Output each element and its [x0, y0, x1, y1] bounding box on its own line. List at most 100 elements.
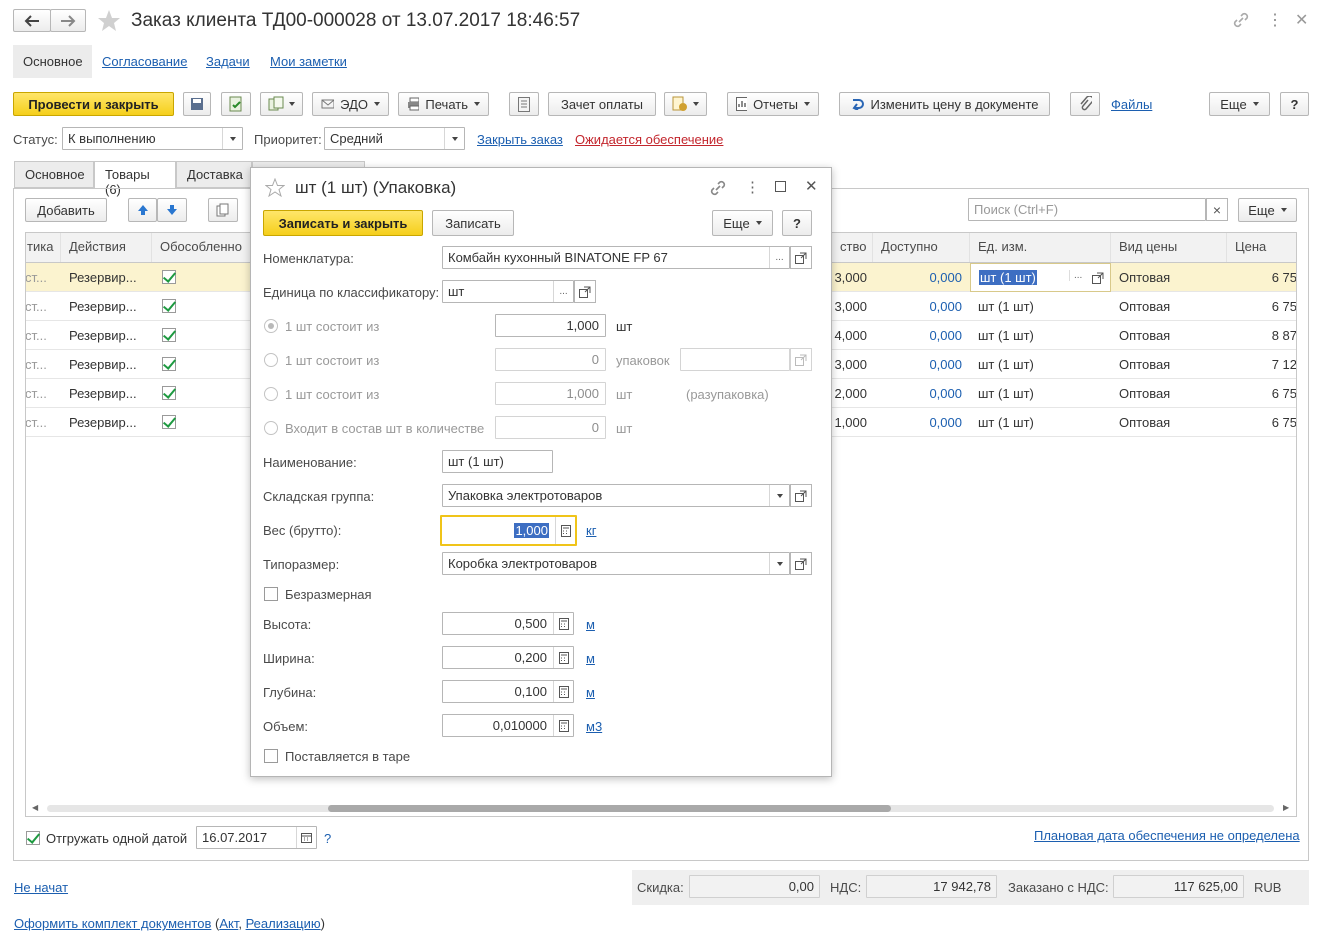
copy-button[interactable]: [208, 198, 238, 222]
close-order-link[interactable]: Закрыть заказ: [477, 132, 563, 147]
save-dialog-button[interactable]: Записать: [432, 210, 514, 236]
tab-goods[interactable]: Товары (6): [94, 161, 176, 197]
move-down-button[interactable]: [157, 198, 187, 222]
nav-item-main[interactable]: Основное: [23, 54, 83, 69]
weight-unit-link[interactable]: кг: [586, 523, 596, 538]
close-icon[interactable]: ✕: [805, 177, 818, 195]
classifier-field[interactable]: шт ...: [442, 280, 574, 303]
search-input[interactable]: Поиск (Ctrl+F): [968, 198, 1206, 221]
status-select[interactable]: К выполнению: [62, 127, 243, 150]
nav-item-notes[interactable]: Мои заметки: [270, 54, 347, 69]
option2-package-field[interactable]: [680, 348, 790, 371]
separate-checkbox[interactable]: [162, 386, 176, 400]
dialog-more-button[interactable]: Еще: [712, 210, 773, 236]
option-consists-packages-radio[interactable]: [264, 353, 278, 367]
separate-checkbox[interactable]: [162, 328, 176, 342]
open-icon[interactable]: [1092, 272, 1104, 284]
ship-date-help-link[interactable]: ?: [324, 831, 331, 846]
calculator-icon[interactable]: [553, 715, 573, 736]
depth-unit-link[interactable]: м: [586, 685, 595, 700]
save-close-button[interactable]: Записать и закрыть: [263, 210, 423, 236]
dialog-help-button[interactable]: ?: [782, 210, 812, 236]
docs-act-link[interactable]: Акт: [219, 916, 238, 931]
files-link[interactable]: Файлы: [1111, 97, 1152, 112]
option-consists-units-radio[interactable]: [264, 319, 278, 333]
save-button[interactable]: [183, 92, 211, 116]
weight-input[interactable]: 1,000: [440, 515, 577, 546]
separate-checkbox[interactable]: [162, 357, 176, 371]
not-started-link[interactable]: Не начат: [14, 880, 68, 895]
edo-button[interactable]: ЭДО: [312, 92, 389, 116]
warehouse-group-select[interactable]: Упаковка электротоваров: [442, 484, 790, 507]
star-icon[interactable]: [265, 178, 285, 197]
priority-select[interactable]: Средний: [324, 127, 465, 150]
col-header-price[interactable]: Цена: [1227, 233, 1297, 262]
horizontal-scrollbar-thumb[interactable]: [328, 805, 891, 812]
print-button[interactable]: Печать: [398, 92, 489, 116]
col-header-quantity[interactable]: ство: [832, 233, 873, 262]
calculator-icon[interactable]: [553, 613, 573, 634]
ellipsis-icon[interactable]: ...: [553, 281, 573, 302]
height-unit-link[interactable]: м: [586, 617, 595, 632]
nav-item-approval[interactable]: Согласование: [102, 54, 187, 69]
tab-main[interactable]: Основное: [14, 161, 94, 188]
add-button[interactable]: Добавить: [25, 198, 107, 222]
ellipsis-icon[interactable]: ...: [1069, 270, 1082, 281]
scroll-left-icon[interactable]: ◀: [32, 803, 38, 812]
journal-button[interactable]: [509, 92, 539, 116]
separate-checkbox[interactable]: [162, 415, 176, 429]
option2-value[interactable]: 0: [495, 348, 606, 371]
create-based-on-button[interactable]: [260, 92, 303, 116]
reports-button[interactable]: Отчеты: [727, 92, 819, 116]
search-clear-button[interactable]: ×: [1206, 198, 1228, 221]
forward-button[interactable]: [50, 9, 86, 32]
change-price-button[interactable]: Изменить цену в документе: [839, 92, 1050, 116]
nomenclature-field[interactable]: Комбайн кухонный BINATONE FP 67 ...: [442, 246, 790, 269]
attach-button[interactable]: [1070, 92, 1100, 116]
more-vert-icon[interactable]: ⋮: [745, 178, 760, 196]
payment-offset-button[interactable]: Зачет оплаты: [548, 92, 656, 116]
calculator-icon[interactable]: [555, 517, 575, 544]
unit-editor[interactable]: шт (1 шт) ...: [970, 263, 1111, 292]
awaiting-link[interactable]: Ожидается обеспечение: [575, 132, 723, 147]
col-header-price-type[interactable]: Вид цены: [1111, 233, 1227, 262]
link-icon[interactable]: [710, 180, 726, 196]
link-icon[interactable]: [1233, 12, 1249, 28]
width-unit-link[interactable]: м: [586, 651, 595, 666]
ship-one-date-checkbox[interactable]: [26, 831, 40, 845]
option1-value[interactable]: 1,000: [495, 314, 606, 337]
table-more-button[interactable]: Еще: [1238, 198, 1297, 222]
col-header-available[interactable]: Доступно: [873, 233, 970, 262]
col-header-separate[interactable]: Обособленно: [152, 233, 252, 262]
related-docs-button[interactable]: [664, 92, 707, 116]
nav-item-tasks[interactable]: Задачи: [206, 54, 250, 69]
docs-prefix-link[interactable]: Оформить комплект документов: [14, 916, 211, 931]
ellipsis-icon[interactable]: ...: [769, 247, 789, 268]
volume-input[interactable]: 0,010000: [442, 714, 574, 737]
warehouse-group-open-button[interactable]: [790, 484, 812, 507]
col-header-actions[interactable]: Действия: [61, 233, 152, 262]
option-unpacking-radio[interactable]: [264, 387, 278, 401]
nomenclature-open-button[interactable]: [790, 246, 812, 269]
height-input[interactable]: 0,500: [442, 612, 574, 635]
calendar-icon[interactable]: [296, 827, 316, 848]
post-close-button[interactable]: Провести и закрыть: [13, 92, 174, 116]
size-type-open-button[interactable]: [790, 552, 812, 575]
maximize-icon[interactable]: [775, 181, 786, 192]
ship-date-input[interactable]: 16.07.2017: [196, 826, 317, 849]
tab-delivery[interactable]: Доставка: [176, 161, 252, 188]
calculator-icon[interactable]: [553, 647, 573, 668]
option4-value[interactable]: 0: [495, 416, 606, 439]
plan-date-link[interactable]: Плановая дата обеспечения не определена: [1034, 828, 1300, 843]
close-icon[interactable]: ✕: [1295, 10, 1308, 30]
col-header-cut[interactable]: тика: [25, 233, 61, 262]
size-type-select[interactable]: Коробка электротоваров: [442, 552, 790, 575]
more-button[interactable]: Еще: [1209, 92, 1270, 116]
option-included-radio[interactable]: [264, 421, 278, 435]
post-button[interactable]: [221, 92, 251, 116]
separate-checkbox[interactable]: [162, 270, 176, 284]
option3-value[interactable]: 1,000: [495, 382, 606, 405]
width-input[interactable]: 0,200: [442, 646, 574, 669]
scroll-right-icon[interactable]: ▶: [1283, 803, 1289, 812]
docs-realization-link[interactable]: Реализацию: [246, 916, 321, 931]
